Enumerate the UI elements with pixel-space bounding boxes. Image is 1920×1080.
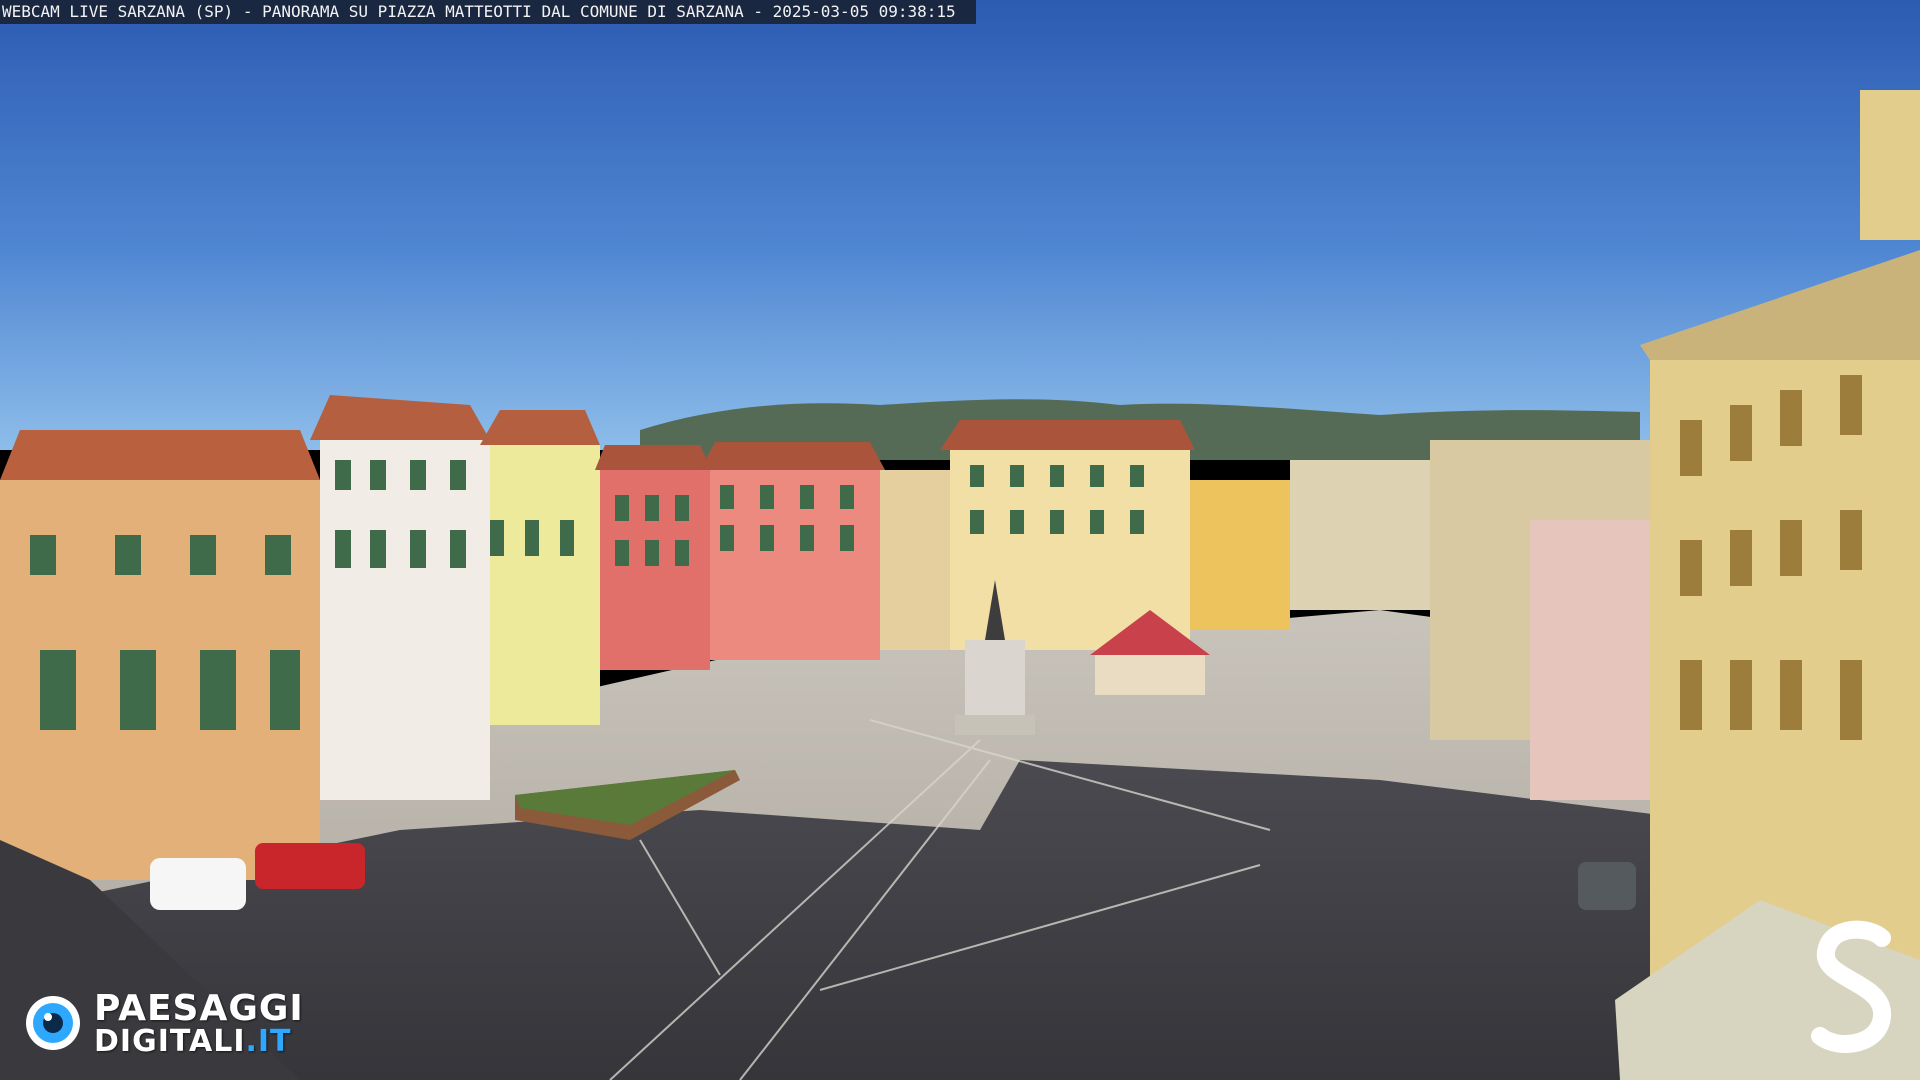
tower	[1860, 90, 1920, 240]
webcam-frame: WEBCAM LIVE SARZANA (SP) - PANORAMA SU P…	[0, 0, 1920, 1080]
building-yellow-2	[1190, 480, 1290, 630]
piazza-scene	[0, 0, 1920, 1080]
building-beige	[880, 470, 950, 650]
webcam-caption: WEBCAM LIVE SARZANA (SP) - PANORAMA SU P…	[0, 0, 976, 24]
building-right-pink	[1530, 520, 1670, 800]
paesaggi-digitali-logo: PAESAGGI DIGITALI.IT	[24, 988, 344, 1060]
s-monogram-icon	[1811, 920, 1891, 1053]
logo-tld: .IT	[245, 1024, 292, 1059]
building-white	[320, 440, 490, 800]
logo-word-digitali: DIGITALI.IT	[94, 1026, 292, 1058]
buildings-far	[1290, 460, 1430, 610]
building-pink	[710, 470, 880, 660]
logo-word-digitali-main: DIGITALI	[94, 1024, 246, 1059]
building-yellow	[490, 445, 600, 725]
logo-word-paesaggi: PAESAGGI	[94, 988, 304, 1029]
sky	[0, 0, 1920, 450]
eye-icon	[26, 996, 80, 1050]
